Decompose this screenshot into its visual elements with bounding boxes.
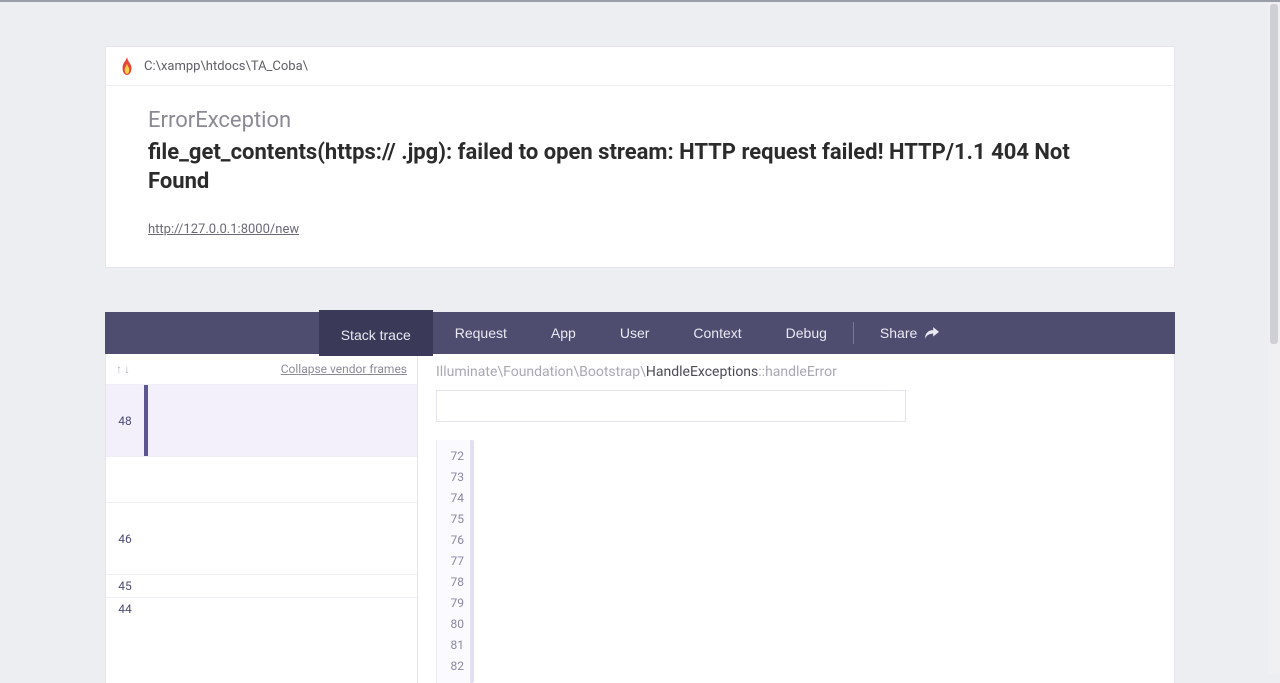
breadcrumb-segment: HandleExceptions xyxy=(646,364,758,380)
line-number: 78 xyxy=(437,572,464,593)
frame-breadcrumb: Illuminate\Foundation\Bootstrap\HandleEx… xyxy=(436,364,1156,380)
frame-row[interactable]: 45 xyxy=(106,574,417,597)
tab-stack_trace[interactable]: Stack trace xyxy=(319,310,433,356)
frame-active-bar xyxy=(144,575,148,597)
line-number: 74 xyxy=(437,488,464,509)
error-header-card: C:\xampp\htdocs\TA_Coba\ ErrorException … xyxy=(105,46,1175,268)
frame-active-bar xyxy=(144,385,148,456)
frame-active-bar xyxy=(144,598,148,620)
frame-index: 45 xyxy=(106,575,144,597)
tab-debug[interactable]: Debug xyxy=(764,312,849,354)
line-number: 82 xyxy=(437,656,464,677)
share-icon xyxy=(925,327,939,339)
tab-user[interactable]: User xyxy=(598,312,672,354)
share-label: Share xyxy=(880,325,917,341)
tabs-divider xyxy=(853,322,854,344)
frame-index: 46 xyxy=(106,528,144,550)
code-line-gutter: 7273747576777879808182 xyxy=(437,440,471,683)
exception-message: file_get_contents(https:// .jpg): failed… xyxy=(148,139,1132,196)
breadcrumb-segment: Foundation xyxy=(503,364,573,380)
line-number: 80 xyxy=(437,614,464,635)
frame-row[interactable]: 48 xyxy=(106,384,417,456)
project-path-text: C:\xampp\htdocs\TA_Coba\ xyxy=(144,59,308,74)
frame-prev-arrow[interactable]: ↑ xyxy=(116,362,122,376)
line-number: 72 xyxy=(437,446,464,467)
project-path-bar: C:\xampp\htdocs\TA_Coba\ xyxy=(106,47,1174,86)
breadcrumb-method: ::handleError xyxy=(758,364,837,380)
section-tabs-bar: Stack traceRequestAppUserContextDebug Sh… xyxy=(105,312,1175,354)
frames-column: ↑ ↓ Collapse vendor frames 48 46 4544 xyxy=(106,354,418,683)
line-number: 73 xyxy=(437,467,464,488)
breadcrumb-segment: Bootstrap xyxy=(579,364,640,380)
tab-context[interactable]: Context xyxy=(671,312,763,354)
frame-next-arrow[interactable]: ↓ xyxy=(124,362,130,376)
code-pane: 7273747576777879808182 xyxy=(436,440,1156,683)
line-number: 76 xyxy=(437,530,464,551)
ignition-flame-icon xyxy=(120,57,134,75)
line-number: 75 xyxy=(437,509,464,530)
frame-index: 44 xyxy=(106,598,144,620)
collapse-vendor-frames-link[interactable]: Collapse vendor frames xyxy=(281,362,407,376)
line-number: 79 xyxy=(437,593,464,614)
frame-search-box[interactable] xyxy=(436,390,906,422)
tab-request[interactable]: Request xyxy=(433,312,529,354)
frame-index: 48 xyxy=(106,410,144,432)
tab-app[interactable]: App xyxy=(529,312,598,354)
share-button[interactable]: Share xyxy=(858,312,961,354)
line-number: 81 xyxy=(437,635,464,656)
request-url-link[interactable]: http://127.0.0.1:8000/new xyxy=(148,222,299,237)
scrollbar-thumb[interactable] xyxy=(1270,4,1278,344)
frame-detail-column: Illuminate\Foundation\Bootstrap\HandleEx… xyxy=(418,354,1174,683)
breadcrumb-segment: Illuminate xyxy=(436,364,497,380)
code-area xyxy=(471,440,1156,683)
page-scrollbar[interactable] xyxy=(1268,2,1280,674)
frame-row[interactable]: 46 xyxy=(106,502,417,574)
frame-row[interactable]: 44 xyxy=(106,597,417,620)
frame-row-blank xyxy=(106,456,417,502)
frame-active-bar xyxy=(144,503,148,574)
stack-trace-panel: ↑ ↓ Collapse vendor frames 48 46 4544 Illu… xyxy=(105,354,1175,683)
exception-class: ErrorException xyxy=(148,108,1132,133)
line-number: 77 xyxy=(437,551,464,572)
